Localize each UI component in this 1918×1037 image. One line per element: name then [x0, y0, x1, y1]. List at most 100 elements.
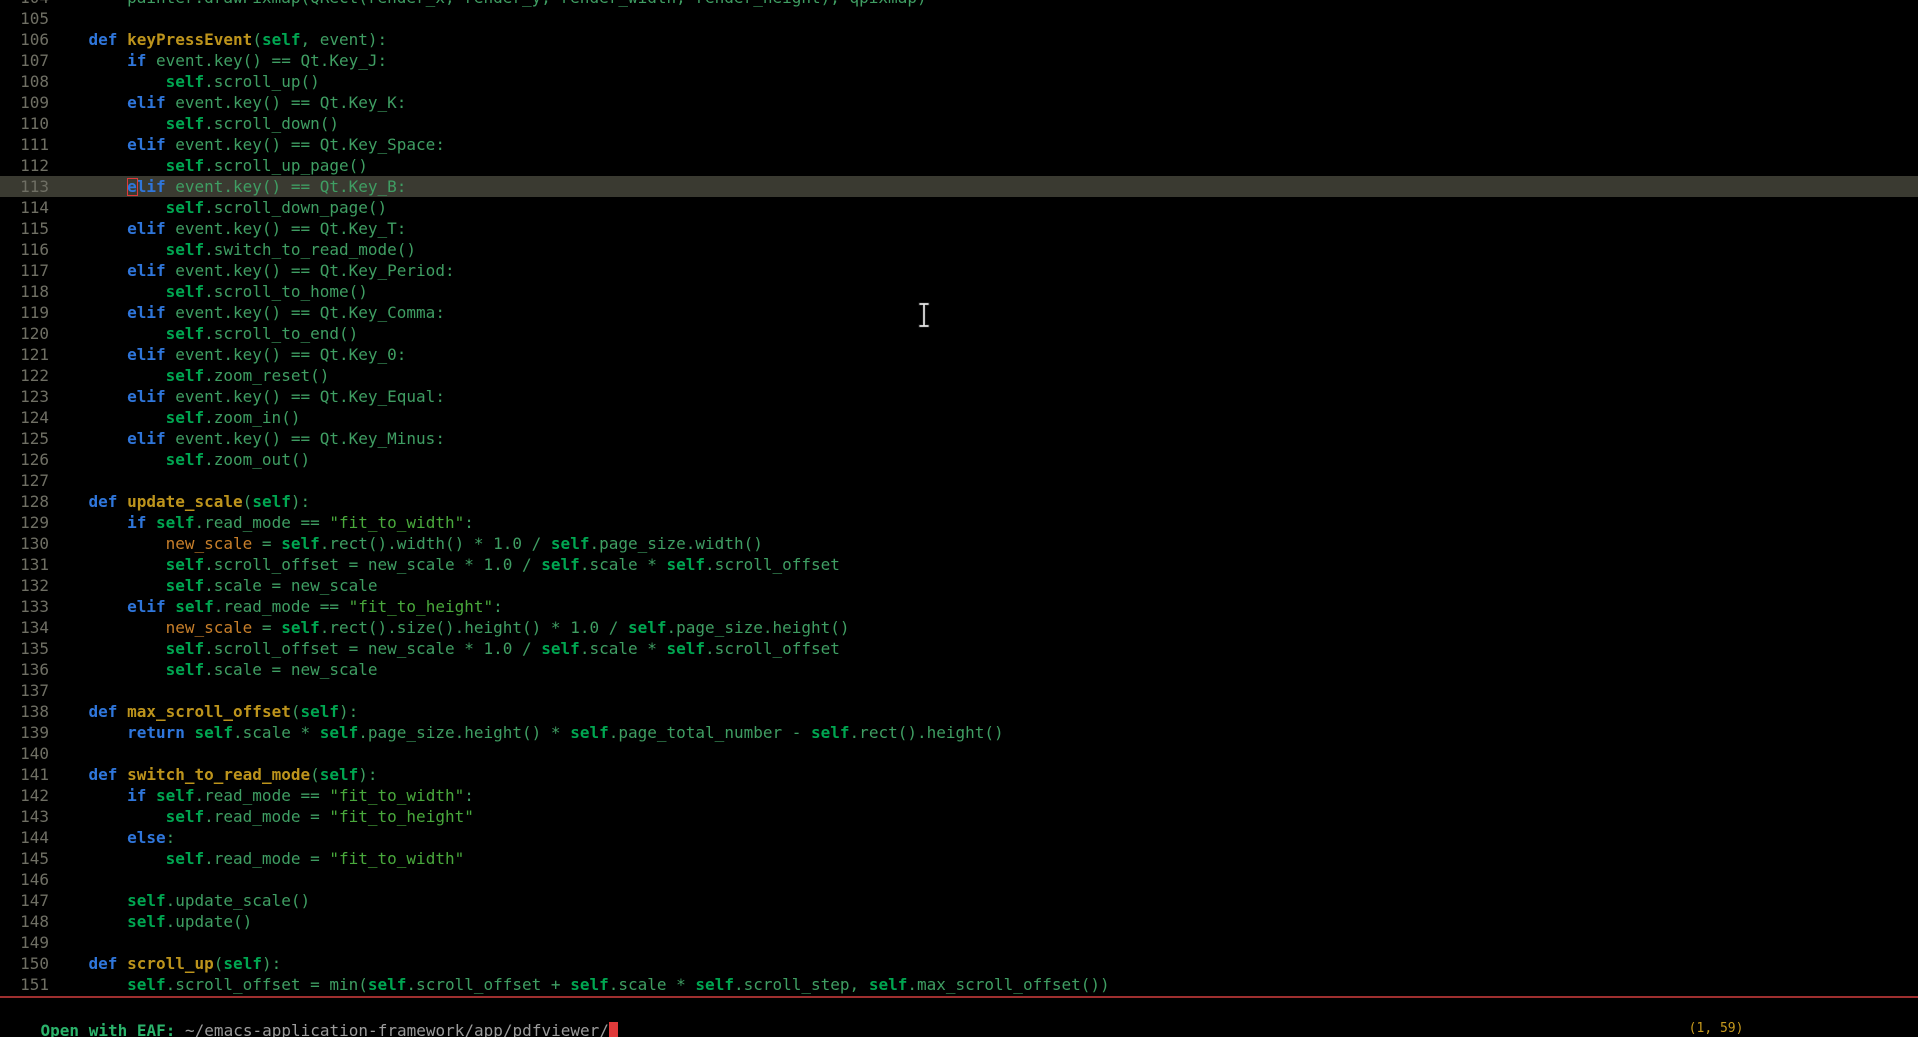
- code-line[interactable]: 108 self.scroll_up(): [0, 71, 1918, 92]
- code-line[interactable]: 104 painter.drawPixmap(QRect(render_x, r…: [0, 0, 1918, 8]
- code-line[interactable]: 148 self.update(): [0, 911, 1918, 932]
- code-text: self.read_mode = "fit_to_height": [50, 806, 474, 827]
- code-text: if self.read_mode == "fit_to_width":: [50, 512, 474, 533]
- code-line[interactable]: 116 self.switch_to_read_mode(): [0, 239, 1918, 260]
- code-line[interactable]: 144 else:: [0, 827, 1918, 848]
- code-line[interactable]: 117 elif event.key() == Qt.Key_Period:: [0, 260, 1918, 281]
- line-number: 117: [0, 260, 50, 281]
- code-line[interactable]: 109 elif event.key() == Qt.Key_K:: [0, 92, 1918, 113]
- code-line[interactable]: 137: [0, 680, 1918, 701]
- line-number: 119: [0, 302, 50, 323]
- code-buffer[interactable]: 104 painter.drawPixmap(QRect(render_x, r…: [0, 0, 1918, 995]
- code-line[interactable]: 141 def switch_to_read_mode(self):: [0, 764, 1918, 785]
- line-number: 105: [0, 8, 50, 29]
- code-line[interactable]: 120 self.scroll_to_end(): [0, 323, 1918, 344]
- code-text: self.read_mode = "fit_to_width": [50, 848, 464, 869]
- code-line[interactable]: 129 if self.read_mode == "fit_to_width":: [0, 512, 1918, 533]
- line-number: 150: [0, 953, 50, 974]
- code-text: def switch_to_read_mode(self):: [50, 764, 378, 785]
- code-line[interactable]: 121 elif event.key() == Qt.Key_0:: [0, 344, 1918, 365]
- code-line[interactable]: 105: [0, 8, 1918, 29]
- code-line[interactable]: 114 self.scroll_down_page(): [0, 197, 1918, 218]
- code-line[interactable]: 138 def max_scroll_offset(self):: [0, 701, 1918, 722]
- line-number: 113: [0, 176, 50, 197]
- code-line[interactable]: 107 if event.key() == Qt.Key_J:: [0, 50, 1918, 71]
- line-number: 127: [0, 470, 50, 491]
- code-line[interactable]: 126 self.zoom_out(): [0, 449, 1918, 470]
- code-line[interactable]: 136 self.scale = new_scale: [0, 659, 1918, 680]
- code-line[interactable]: 110 self.scroll_down(): [0, 113, 1918, 134]
- code-text: elif event.key() == Qt.Key_Comma:: [50, 302, 445, 323]
- code-line[interactable]: 151 self.scroll_offset = min(self.scroll…: [0, 974, 1918, 995]
- line-number: 122: [0, 365, 50, 386]
- line-number: 111: [0, 134, 50, 155]
- status-tray: (1, 59) Top [2018-06-28] 22:12 Thursday: [1657, 1002, 1913, 1023]
- code-line[interactable]: 149: [0, 932, 1918, 953]
- code-text: elif event.key() == Qt.Key_0:: [50, 344, 406, 365]
- code-text: self.update_scale(): [50, 890, 310, 911]
- code-line[interactable]: 147 self.update_scale(): [0, 890, 1918, 911]
- line-number: 136: [0, 659, 50, 680]
- line-number: 141: [0, 764, 50, 785]
- code-line[interactable]: 112 self.scroll_up_page(): [0, 155, 1918, 176]
- line-number: 142: [0, 785, 50, 806]
- code-line[interactable]: 140: [0, 743, 1918, 764]
- code-text: def keyPressEvent(self, event):: [50, 29, 387, 50]
- code-line[interactable]: 146: [0, 869, 1918, 890]
- code-line[interactable]: 130 new_scale = self.rect().width() * 1.…: [0, 533, 1918, 554]
- code-text: new_scale = self.rect().width() * 1.0 / …: [50, 533, 763, 554]
- code-line[interactable]: 133 elif self.read_mode == "fit_to_heigh…: [0, 596, 1918, 617]
- code-text: self.zoom_out(): [50, 449, 310, 470]
- code-line[interactable]: 145 self.read_mode = "fit_to_width": [0, 848, 1918, 869]
- code-line[interactable]: 122 self.zoom_reset(): [0, 365, 1918, 386]
- code-line[interactable]: 132 self.scale = new_scale: [0, 575, 1918, 596]
- code-line[interactable]: 134 new_scale = self.rect().size().heigh…: [0, 617, 1918, 638]
- line-number: 120: [0, 323, 50, 344]
- code-line[interactable]: 139 return self.scale * self.page_size.h…: [0, 722, 1918, 743]
- code-text: self.zoom_reset(): [50, 365, 329, 386]
- code-line[interactable]: 135 self.scroll_offset = new_scale * 1.0…: [0, 638, 1918, 659]
- code-line[interactable]: 113 elif event.key() == Qt.Key_B:: [0, 176, 1918, 197]
- editor-cursor: [127, 178, 138, 196]
- line-number: 110: [0, 113, 50, 134]
- line-number: 115: [0, 218, 50, 239]
- minibuffer[interactable]: Open with EAF: ~/emacs-application-frame…: [2, 999, 618, 1020]
- code-text: elif event.key() == Qt.Key_B:: [50, 176, 406, 197]
- code-line[interactable]: 123 elif event.key() == Qt.Key_Equal:: [0, 386, 1918, 407]
- code-line[interactable]: 127: [0, 470, 1918, 491]
- line-number: 104: [0, 0, 50, 8]
- code-line[interactable]: 125 elif event.key() == Qt.Key_Minus:: [0, 428, 1918, 449]
- code-text: elif event.key() == Qt.Key_T:: [50, 218, 406, 239]
- code-line[interactable]: 143 self.read_mode = "fit_to_height": [0, 806, 1918, 827]
- code-text: self.scroll_to_end(): [50, 323, 358, 344]
- code-line[interactable]: 119 elif event.key() == Qt.Key_Comma:: [0, 302, 1918, 323]
- code-text: self.scroll_down(): [50, 113, 339, 134]
- line-number: 128: [0, 491, 50, 512]
- code-line[interactable]: 118 self.scroll_to_home(): [0, 281, 1918, 302]
- code-text: self.scroll_to_home(): [50, 281, 368, 302]
- line-number: 129: [0, 512, 50, 533]
- code-text: self.zoom_in(): [50, 407, 300, 428]
- code-line[interactable]: 111 elif event.key() == Qt.Key_Space:: [0, 134, 1918, 155]
- code-line[interactable]: 115 elif event.key() == Qt.Key_T:: [0, 218, 1918, 239]
- line-number: 108: [0, 71, 50, 92]
- line-number: 124: [0, 407, 50, 428]
- minibuffer-input[interactable]: ~/emacs-application-framework/app/pdfvie…: [185, 1021, 609, 1037]
- code-text: return self.scale * self.page_size.heigh…: [50, 722, 1004, 743]
- code-line[interactable]: 150 def scroll_up(self):: [0, 953, 1918, 974]
- code-line[interactable]: 106 def keyPressEvent(self, event):: [0, 29, 1918, 50]
- line-number: 151: [0, 974, 50, 995]
- line-number: 131: [0, 554, 50, 575]
- code-line[interactable]: 142 if self.read_mode == "fit_to_width":: [0, 785, 1918, 806]
- code-line[interactable]: 128 def update_scale(self):: [0, 491, 1918, 512]
- line-number: 118: [0, 281, 50, 302]
- line-number: 144: [0, 827, 50, 848]
- code-text: self.scroll_offset = min(self.scroll_off…: [50, 974, 1110, 995]
- code-line[interactable]: 131 self.scroll_offset = new_scale * 1.0…: [0, 554, 1918, 575]
- modeline-divider: [0, 996, 1918, 998]
- code-line[interactable]: 124 self.zoom_in(): [0, 407, 1918, 428]
- line-number: 133: [0, 596, 50, 617]
- cursor-position: (1, 59): [1689, 1021, 1744, 1036]
- line-number: 137: [0, 680, 50, 701]
- line-number: 114: [0, 197, 50, 218]
